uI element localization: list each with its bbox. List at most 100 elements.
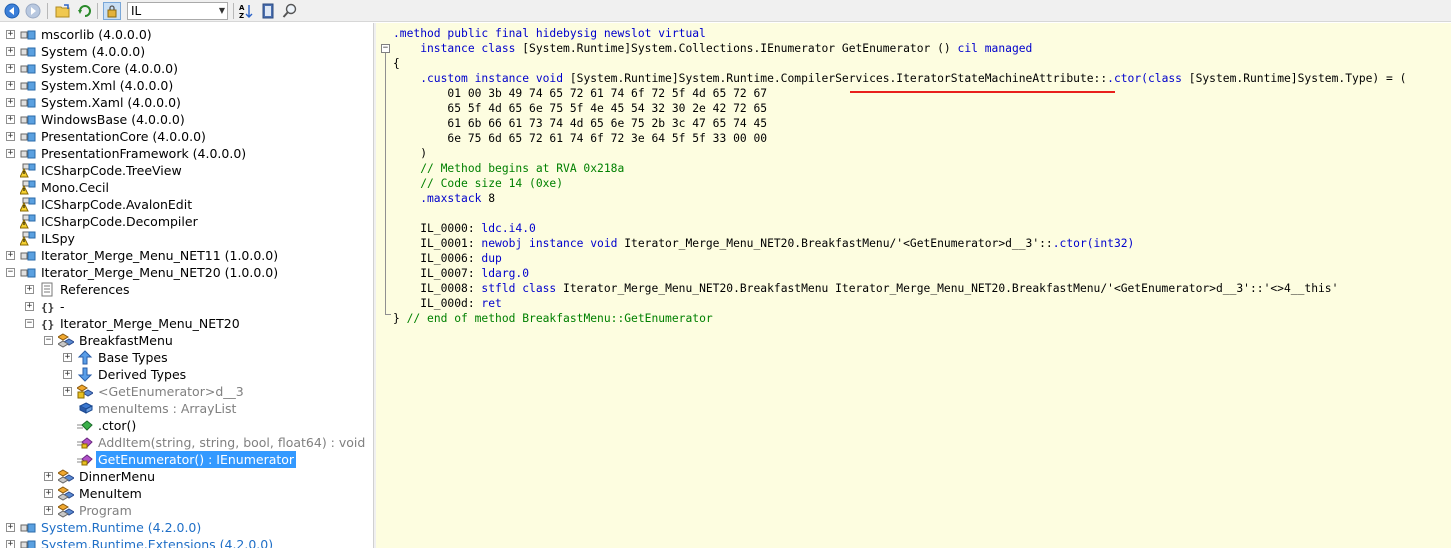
code-text: [System.Runtime]System.Type) = ( [1188,72,1407,85]
sort-icon[interactable]: AZ [237,2,255,20]
decompiled-code-view[interactable]: − .method public final hidebysig newslot… [376,23,1451,548]
reload-icon[interactable] [76,2,94,20]
chevron-down-icon: ▼ [218,6,225,15]
expand-icon[interactable]: + [25,285,34,294]
collapse-icon[interactable]: − [44,336,53,345]
code-line: .maxstack 8 [393,191,495,206]
code-line: IL_0007: ldarg.0 [393,266,529,281]
collapse-icon[interactable]: − [25,319,34,328]
code-line: ) [393,146,427,161]
code-keyword: ldc.i4.0 [481,222,536,235]
tree-item[interactable]: ICSharpCode.TreeView [0,162,373,179]
tree-item-label: Base Types [98,350,168,365]
expand-icon[interactable]: + [6,115,15,124]
expand-icon[interactable]: + [44,506,53,515]
expand-icon[interactable]: + [63,353,72,362]
back-icon[interactable] [3,2,21,20]
tree-item[interactable]: + System.Xaml (4.0.0.0) [0,94,373,111]
tree-item[interactable]: + Base Types [0,349,373,366]
tree-item-label: ILSpy [41,231,75,246]
toolbar-separator [233,3,234,19]
code-keyword: .maxstack [393,192,489,205]
tree-item[interactable]: + WindowsBase (4.0.0.0) [0,111,373,128]
tree-item-label: WindowsBase (4.0.0.0) [41,112,185,127]
tree-item-label: Iterator_Merge_Menu_NET20 [60,316,240,331]
show-internal-icon[interactable] [103,2,121,20]
expand-icon[interactable]: + [63,387,72,396]
tree-item[interactable]: + References [0,281,373,298]
tree-item[interactable]: .ctor() [0,417,373,434]
expand-icon[interactable]: + [6,251,15,260]
assembly-icon [20,265,36,280]
tree-item-label: System.Xml (4.0.0.0) [41,78,174,93]
assembly-icon [20,78,36,93]
tree-item[interactable]: ILSpy [0,230,373,247]
tree-item[interactable]: + mscorlib (4.0.0.0) [0,26,373,43]
forward-icon[interactable] [24,2,42,20]
assembly-tree[interactable]: + mscorlib (4.0.0.0) + System (4.0.0.0) + Sys… [0,23,373,548]
tree-item[interactable]: ICSharpCode.Decompiler [0,213,373,230]
tree-item[interactable]: GetEnumerator() : IEnumerator [0,451,373,468]
class-icon [58,469,74,484]
code-text: IL_0000: [393,222,482,235]
tree-item-label: References [60,282,130,297]
collapse-icon[interactable]: − [6,268,15,277]
code-text: [System.Runtime]System.Collections.IEnum… [522,42,958,55]
code-text: IL_0006: [393,252,482,265]
references-icon [39,282,55,297]
code-line: 6e 75 6d 65 72 61 74 6f 72 3e 64 5f 5f 3… [393,131,767,146]
tree-item[interactable]: + PresentationFramework (4.0.0.0) [0,145,373,162]
tree-item[interactable]: + Derived Types [0,366,373,383]
tree-item[interactable]: + MenuItem [0,485,373,502]
code-text: Iterator_Merge_Menu_NET20.BreakfastMenu/… [624,237,1053,250]
tree-item[interactable]: + PresentationCore (4.0.0.0) [0,128,373,145]
expand-icon[interactable]: + [6,540,15,548]
tree-item[interactable]: + System.Runtime (4.2.0.0) [0,519,373,536]
assembly-warning-icon [20,214,36,229]
tree-item[interactable]: menuItems : ArrayList [0,400,373,417]
expand-icon[interactable]: + [63,370,72,379]
expand-icon[interactable]: + [6,30,15,39]
class-icon [58,503,74,518]
tree-item[interactable]: + System.Core (4.0.0.0) [0,60,373,77]
expand-icon[interactable]: + [6,98,15,107]
code-line: instance class [System.Runtime]System.Co… [393,41,1032,56]
tree-item[interactable]: − BreakfastMenu [0,332,373,349]
tree-item[interactable]: + DinnerMenu [0,468,373,485]
tree-item[interactable]: + Program [0,502,373,519]
expand-icon[interactable]: + [44,489,53,498]
fold-toggle-icon[interactable]: − [381,44,390,53]
tree-item-label: BreakfastMenu [79,333,173,348]
language-select[interactable]: IL ▼ [127,2,228,20]
code-line: IL_0006: dup [393,251,502,266]
tree-item[interactable]: −{} Iterator_Merge_Menu_NET20 [0,315,373,332]
svg-text:{}: {} [41,318,54,331]
expand-icon[interactable]: + [6,523,15,532]
documentation-icon[interactable] [259,2,277,20]
tree-item[interactable]: + System.Xml (4.0.0.0) [0,77,373,94]
open-file-icon[interactable] [54,2,72,20]
tree-item[interactable]: + System (4.0.0.0) [0,43,373,60]
expand-icon[interactable]: + [6,64,15,73]
tree-item[interactable]: − Iterator_Merge_Menu_NET20 (1.0.0.0) [0,264,373,281]
expand-icon[interactable]: + [6,81,15,90]
tree-item[interactable]: AddItem(string, string, bool, float64) :… [0,434,373,451]
search-icon[interactable] [281,2,299,20]
tree-item[interactable]: + <GetEnumerator>d__3 [0,383,373,400]
expand-icon[interactable]: + [6,132,15,141]
expand-icon[interactable]: + [44,472,53,481]
expand-icon[interactable]: + [25,302,34,311]
tree-item[interactable]: ICSharpCode.AvalonEdit [0,196,373,213]
expand-icon[interactable]: + [6,47,15,56]
tree-item-label: ICSharpCode.Decompiler [41,214,198,229]
tree-item[interactable]: Mono.Cecil [0,179,373,196]
tree-item-label: System.Runtime (4.2.0.0) [41,520,202,535]
tree-item[interactable]: + System.Runtime.Extensions (4.2.0.0) [0,536,373,548]
assembly-warning-icon [20,231,36,246]
tree-item[interactable]: + Iterator_Merge_Menu_NET11 (1.0.0.0) [0,247,373,264]
expand-icon[interactable]: + [6,149,15,158]
code-line: } // end of method BreakfastMenu::GetEnu… [393,311,713,326]
code-comment: // Code size 14 (0xe) [393,177,564,190]
code-line: IL_0001: newobj instance void Iterator_M… [393,236,1134,251]
tree-item[interactable]: + {} - [0,298,373,315]
